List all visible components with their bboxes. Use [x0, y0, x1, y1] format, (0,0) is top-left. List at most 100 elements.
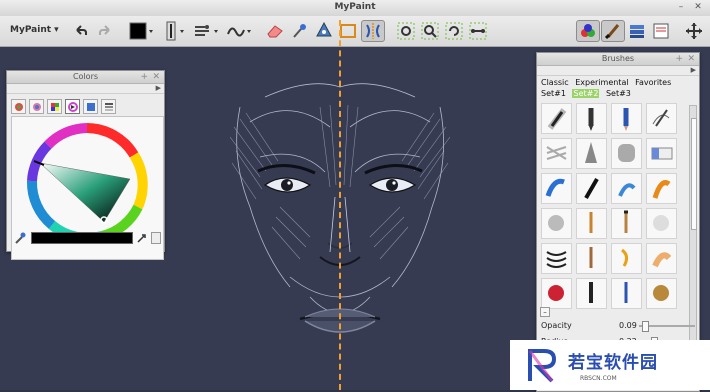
- color-picker-icon: [293, 24, 306, 38]
- brush-group-minus-button[interactable]: –: [540, 307, 550, 317]
- brush-thumbnail-icon: [624, 282, 628, 303]
- brush-thumbnail-icon: [652, 109, 670, 127]
- brush-item[interactable]: [611, 173, 642, 204]
- tab-set2[interactable]: Set#2: [572, 89, 600, 98]
- brush-item[interactable]: [576, 103, 607, 134]
- brushes-panel-close-button[interactable]: ✕: [687, 53, 695, 65]
- tab-classic[interactable]: Classic: [541, 78, 569, 87]
- tab-triangle[interactable]: [65, 99, 80, 114]
- tab-color-wheel[interactable]: [11, 99, 26, 114]
- layers-panel-icon: [630, 25, 644, 38]
- dropdown-arrow-icon: ▶: [690, 66, 696, 74]
- view-reset-icon: [469, 22, 487, 40]
- redo-button[interactable]: [96, 20, 114, 42]
- frame-button[interactable]: [338, 20, 358, 42]
- brush-thumbnail-icon: [652, 180, 671, 199]
- view-zoom-button[interactable]: [420, 20, 440, 42]
- brush-thumbnail-icon: [652, 252, 672, 268]
- colors-panel-title[interactable]: Colors + ✕: [7, 71, 164, 84]
- brushes-panel-title[interactable]: Brushes + ✕: [537, 53, 699, 66]
- eraser-icon: [267, 25, 283, 38]
- brush-item[interactable]: [541, 208, 572, 239]
- brushes-toggle-button[interactable]: [601, 20, 625, 42]
- symmetry-axis[interactable]: [339, 20, 341, 390]
- brush-item[interactable]: [611, 208, 642, 239]
- brush-item[interactable]: [541, 103, 572, 134]
- scrollbar-thumb[interactable]: [691, 118, 697, 230]
- watermark: 若宝软件园 RBSCN.COM: [510, 340, 710, 390]
- brush-thumbnail-icon: [584, 177, 599, 200]
- view-rotate-button[interactable]: [444, 20, 464, 42]
- opacity-slider[interactable]: [639, 321, 695, 332]
- color-details-button[interactable]: [151, 232, 161, 244]
- tab-set1[interactable]: Set#1: [541, 89, 566, 98]
- move-button[interactable]: [684, 20, 704, 42]
- tab-experimental[interactable]: Experimental: [575, 78, 628, 87]
- opacity-slider-handle[interactable]: [642, 321, 649, 332]
- brush-item[interactable]: [541, 278, 572, 309]
- layers-panel-button[interactable]: [627, 20, 647, 42]
- brush-item[interactable]: [541, 138, 572, 169]
- sliders-icon: [86, 102, 95, 111]
- fill-button[interactable]: [314, 20, 334, 42]
- brush-item[interactable]: [646, 208, 677, 239]
- tab-set3[interactable]: Set#3: [606, 89, 631, 98]
- brush-item[interactable]: [646, 278, 677, 309]
- colors-panel: Colors + ✕ ▶: [6, 70, 165, 260]
- brush-item[interactable]: [646, 173, 677, 204]
- view-zoom-icon: [421, 22, 439, 40]
- minimize-button[interactable]: –: [675, 1, 687, 13]
- brush-grid-scrollbar[interactable]: [689, 105, 697, 350]
- brush-item[interactable]: [646, 138, 677, 169]
- colors-panel-dropdown[interactable]: ▶: [7, 84, 164, 94]
- brush-item[interactable]: [576, 208, 607, 239]
- tab-history[interactable]: [101, 99, 116, 114]
- tab-palette[interactable]: [47, 99, 62, 114]
- scratchpad-button[interactable]: [651, 20, 671, 42]
- view-fit-icon: [397, 22, 415, 40]
- brush-item[interactable]: [576, 243, 607, 274]
- brush-item[interactable]: [611, 278, 642, 309]
- wheel-icon: [14, 102, 23, 111]
- brush-item[interactable]: [646, 243, 677, 274]
- dropdown-arrow-icon: ▶: [155, 84, 161, 92]
- watermark-subtext: RBSCN.COM: [580, 375, 617, 382]
- title-bar: MyPaint – ✕: [0, 0, 710, 17]
- brush-selector-button[interactable]: [161, 20, 187, 42]
- modes-button[interactable]: [193, 20, 221, 42]
- palette-icon: [50, 102, 59, 111]
- brush-group-tabs: Classic Experimental Favorites Set#1 Set…: [541, 77, 691, 99]
- color-swatch-button[interactable]: [128, 20, 156, 42]
- history-arrow-icon[interactable]: [136, 232, 148, 244]
- fill-icon: [316, 22, 332, 37]
- brush-item[interactable]: [576, 173, 607, 204]
- brush-item-selected[interactable]: [646, 103, 677, 134]
- tab-sliders[interactable]: [83, 99, 98, 114]
- brushes-panel-dropdown[interactable]: ▶: [537, 66, 699, 76]
- stroke-options-button[interactable]: [226, 20, 254, 42]
- brush-item[interactable]: [576, 278, 607, 309]
- color-picker-button[interactable]: [290, 20, 308, 42]
- symmetry-button[interactable]: [361, 20, 385, 42]
- tab-hsv-wheel[interactable]: [29, 99, 44, 114]
- colors-panel-plus-button[interactable]: +: [140, 71, 148, 83]
- view-fit-button[interactable]: [396, 20, 416, 42]
- undo-button[interactable]: [72, 20, 90, 42]
- layers-toggle-button[interactable]: [576, 20, 600, 42]
- brush-item[interactable]: [611, 103, 642, 134]
- brush-item[interactable]: [541, 243, 572, 274]
- current-color-swatch[interactable]: [31, 232, 133, 244]
- view-reset-button[interactable]: [468, 20, 488, 42]
- eyedropper-icon[interactable]: [13, 231, 27, 245]
- brushes-panel-plus-button[interactable]: +: [675, 53, 683, 65]
- colors-panel-close-button[interactable]: ✕: [152, 71, 160, 83]
- stroke-icon: [227, 27, 251, 37]
- brush-item[interactable]: [576, 138, 607, 169]
- tab-favorites[interactable]: Favorites: [635, 78, 671, 87]
- brush-item[interactable]: [541, 173, 572, 204]
- brush-item[interactable]: [611, 243, 642, 274]
- close-button[interactable]: ✕: [692, 1, 704, 13]
- brush-item[interactable]: [611, 138, 642, 169]
- eraser-button[interactable]: [265, 20, 285, 42]
- app-menu[interactable]: MyPaint ▾: [10, 25, 59, 35]
